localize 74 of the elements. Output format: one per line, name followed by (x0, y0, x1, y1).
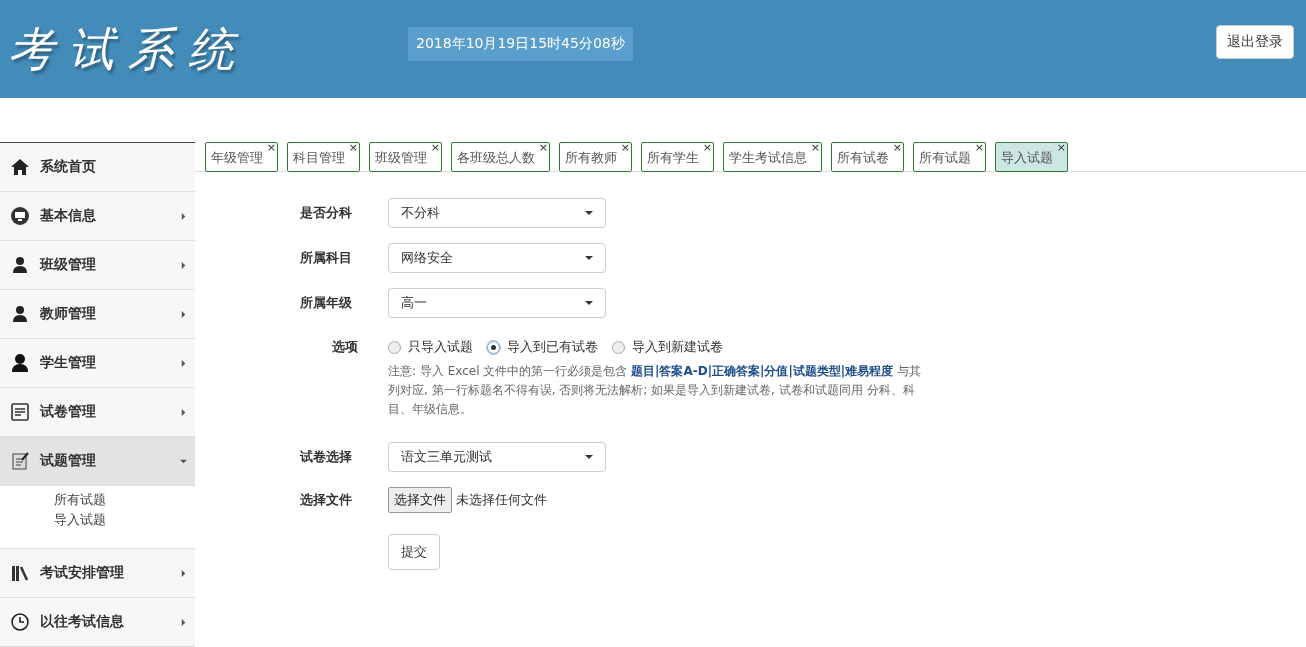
caret-icon (180, 310, 187, 318)
person-icon (10, 255, 30, 275)
tab[interactable]: 导入试题 × (995, 142, 1068, 172)
checklist-icon (10, 451, 30, 471)
caret-icon (585, 256, 593, 260)
radio-label: 导入到已有试卷 (507, 338, 598, 356)
sidebar-item[interactable]: 基本信息 (0, 192, 195, 241)
monitor-icon (10, 206, 30, 226)
dropdown[interactable]: 网络安全 (388, 243, 606, 273)
file-status: 未选择任何文件 (456, 491, 547, 509)
close-icon[interactable]: × (538, 141, 548, 154)
close-icon[interactable]: × (702, 141, 712, 154)
tab[interactable]: 年级管理 × (205, 142, 278, 172)
sidebar-item[interactable]: 系统首页 (0, 143, 195, 192)
sidebar-item[interactable]: 教师管理 (0, 290, 195, 339)
radio-button[interactable] (388, 340, 401, 354)
dropdown[interactable]: 高一 (388, 288, 606, 318)
caret-icon (180, 457, 187, 465)
clock-icon (10, 612, 30, 632)
close-icon[interactable]: × (348, 141, 358, 154)
person-icon (10, 353, 30, 373)
close-icon[interactable]: × (430, 141, 440, 154)
radio-label: 只导入试题 (408, 338, 473, 356)
document-icon (10, 402, 30, 422)
close-icon[interactable]: × (810, 141, 820, 154)
radio-button[interactable] (487, 340, 500, 354)
tab[interactable]: 所有教师 × (559, 142, 632, 172)
caret-icon (585, 301, 593, 305)
caret-icon (180, 569, 187, 577)
submenu-item[interactable]: 导入试题 (54, 510, 195, 530)
close-icon[interactable]: × (620, 141, 630, 154)
sidebar-item[interactable]: 以往考试信息 (0, 598, 195, 647)
close-icon[interactable]: × (974, 141, 984, 154)
caret-icon (180, 261, 187, 269)
caret-icon (180, 359, 187, 367)
field-label: 所属年级 (300, 294, 353, 312)
logout-button[interactable]: 退出登录 (1216, 25, 1294, 59)
close-icon[interactable]: × (266, 141, 276, 154)
tab[interactable]: 所有试卷 × (831, 142, 904, 172)
sidebar-item[interactable]: 学生管理 (0, 339, 195, 388)
field-label: 试卷选择 (300, 448, 353, 466)
field-label: 选择文件 (300, 491, 353, 509)
sidebar-item[interactable]: 考试安排管理 (0, 549, 195, 598)
close-icon[interactable]: × (1056, 141, 1066, 154)
note-text: 注意: 导入 Excel 文件中的第一行必须是包含 题目|答案A-D|正确答案|分值|试题类型|难易程度 与其列对应, 第一行标题名不得有误, 否则将无法解析; 如果是导入到新建试卷, 试卷和试题同用 分科、科目、年级信息。 (388, 363, 923, 418)
person-icon (10, 304, 30, 324)
datetime-label: 2018年10月19日15时45分08秒 (408, 27, 633, 61)
field-label: 所属科目 (300, 249, 353, 267)
app-title: 考试系统 (8, 21, 248, 78)
caret-icon (180, 212, 187, 220)
tab[interactable]: 所有试题 × (913, 142, 986, 172)
caret-icon (585, 455, 593, 459)
sidebar-item[interactable]: 班级管理 (0, 241, 195, 290)
tab[interactable]: 班级管理 × (369, 142, 442, 172)
caret-icon (180, 618, 187, 626)
field-label: 选项 (331, 338, 358, 356)
submit-button[interactable]: 提交 (388, 534, 440, 570)
choose-file-button[interactable]: 选择文件 (388, 487, 452, 513)
radio-button[interactable] (612, 340, 625, 354)
submenu-item[interactable]: 所有试题 (54, 490, 195, 510)
field-label: 是否分科 (300, 204, 353, 222)
tab[interactable]: 各班级总人数 × (451, 142, 550, 172)
radio-label: 导入到新建试卷 (632, 338, 723, 356)
tab[interactable]: 科目管理 × (287, 142, 360, 172)
home-icon (10, 157, 30, 177)
tab[interactable]: 所有学生 × (641, 142, 714, 172)
books-icon (10, 563, 30, 583)
caret-icon (585, 211, 593, 215)
dropdown[interactable]: 语文三单元测试 (388, 442, 606, 472)
close-icon[interactable]: × (892, 141, 902, 154)
tab[interactable]: 学生考试信息 × (723, 142, 822, 172)
caret-icon (180, 408, 187, 416)
sidebar-item[interactable]: 试题管理 (0, 437, 195, 486)
dropdown[interactable]: 不分科 (388, 198, 606, 228)
